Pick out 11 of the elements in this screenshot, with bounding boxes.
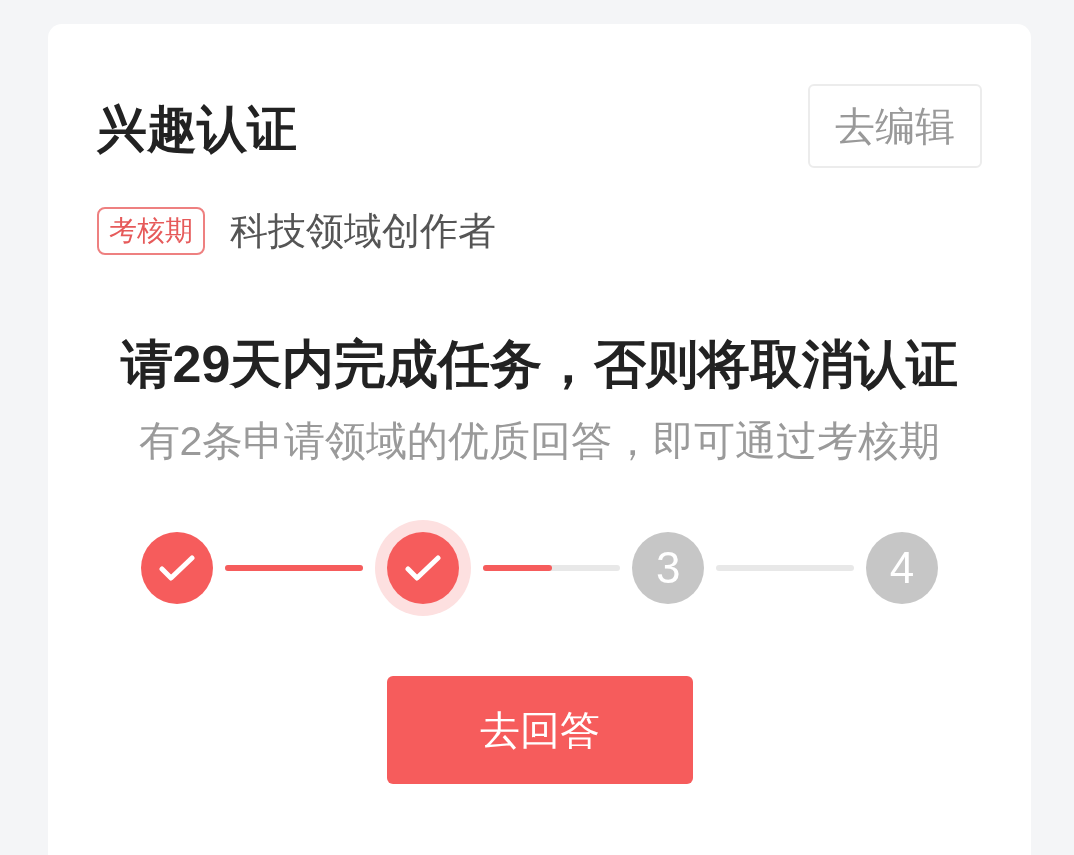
status-tag: 考核期: [97, 207, 205, 255]
step-number: 4: [866, 532, 938, 604]
check-icon: [404, 555, 441, 581]
answer-button[interactable]: 去回答: [386, 676, 693, 784]
edit-button[interactable]: 去编辑: [808, 84, 982, 168]
domain-label: 科技领域创作者: [230, 212, 496, 250]
card-title: 兴趣认证: [97, 104, 297, 154]
check-icon: [159, 555, 195, 581]
step-number: 3: [632, 532, 705, 604]
task-subtitle: 有2条申请领域的优质回答，即可通过考核期: [137, 417, 942, 465]
task-heading: 请29天内完成任务，否则将取消认证: [119, 334, 960, 395]
